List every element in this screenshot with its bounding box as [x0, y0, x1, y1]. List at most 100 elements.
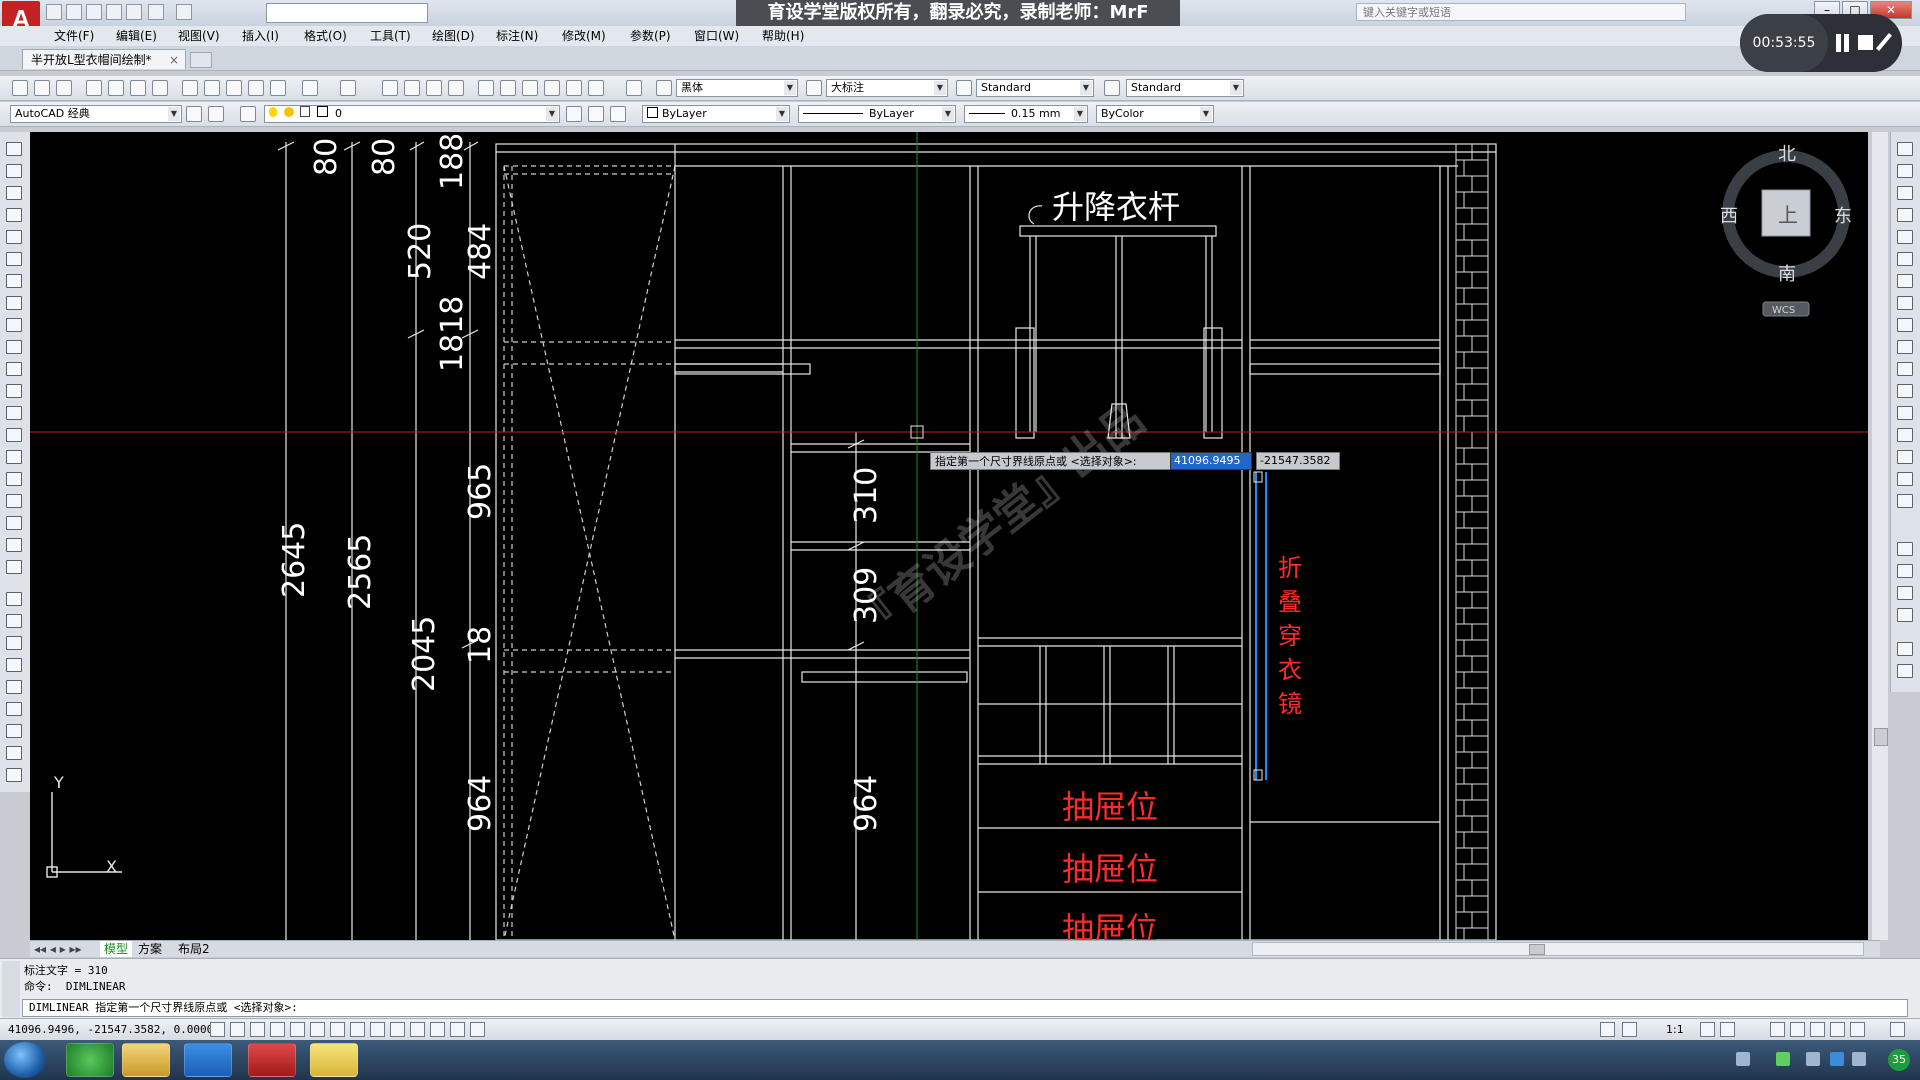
- menu-help[interactable]: 帮助(H): [762, 26, 804, 46]
- compass-north[interactable]: 北: [1778, 144, 1796, 165]
- layer-combo[interactable]: 0 ▼: [264, 105, 560, 123]
- layer-previous-icon[interactable]: [588, 106, 604, 122]
- browser-taskbar-icon[interactable]: [66, 1043, 114, 1077]
- open-icon[interactable]: [66, 4, 82, 20]
- redo-icon[interactable]: [176, 4, 192, 20]
- save-icon[interactable]: [86, 4, 102, 20]
- rotate-right-icon[interactable]: [1897, 274, 1913, 288]
- print-icon[interactable]: [126, 4, 142, 20]
- open-file-icon[interactable]: [34, 80, 50, 96]
- mleader-style-icon[interactable]: [1104, 80, 1120, 96]
- workspace-switching-icon[interactable]: [1770, 1022, 1785, 1037]
- offset-right-icon[interactable]: [1897, 208, 1913, 222]
- otrack-icon[interactable]: [350, 1022, 365, 1037]
- menu-modify[interactable]: 修改(M): [562, 26, 606, 46]
- toolbar-lock-icon[interactable]: [1790, 1022, 1805, 1037]
- help-icon[interactable]: [626, 80, 642, 96]
- tab-close-icon[interactable]: ×: [169, 50, 179, 70]
- dynamic-input-x[interactable]: 41096.9495: [1170, 452, 1252, 470]
- cut-icon[interactable]: [182, 80, 198, 96]
- hatch-icon[interactable]: [6, 450, 22, 464]
- copy-object-icon[interactable]: [6, 614, 22, 628]
- grid-display-icon[interactable]: [250, 1022, 265, 1037]
- insert-block-icon[interactable]: [6, 384, 22, 398]
- color-combo[interactable]: ByLayer ▼: [642, 105, 790, 123]
- pause-icon[interactable]: [1836, 34, 1841, 52]
- compass-west[interactable]: 西: [1720, 206, 1738, 227]
- keyboard-icon[interactable]: [1736, 1052, 1750, 1066]
- menu-dimension[interactable]: 标注(N): [496, 26, 538, 46]
- bring-front-icon[interactable]: [1897, 564, 1913, 578]
- array-icon[interactable]: [6, 680, 22, 694]
- 3d-osnap-icon[interactable]: [330, 1022, 345, 1037]
- table-style-icon[interactable]: [956, 80, 972, 96]
- annotation-scale[interactable]: 1:1: [1666, 1022, 1684, 1038]
- quick-view-layouts-icon[interactable]: [1622, 1022, 1637, 1037]
- new-icon[interactable]: [46, 4, 62, 20]
- extend-icon[interactable]: [1897, 362, 1913, 376]
- point-icon[interactable]: [6, 428, 22, 442]
- tab-layout-2[interactable]: 布局2: [178, 941, 210, 957]
- gradient-icon[interactable]: [6, 472, 22, 486]
- save-file-icon[interactable]: [56, 80, 72, 96]
- ducs-icon[interactable]: [370, 1022, 385, 1037]
- table-icon[interactable]: [6, 516, 22, 530]
- vertical-scrollbar[interactable]: [1872, 132, 1888, 940]
- trim-icon[interactable]: [1897, 340, 1913, 354]
- quick-calc-icon[interactable]: [588, 80, 604, 96]
- rectangle-icon[interactable]: [6, 230, 22, 244]
- draworder-icon[interactable]: [1897, 542, 1913, 556]
- polygon-icon[interactable]: [6, 208, 22, 222]
- text-front-icon[interactable]: [1897, 608, 1913, 622]
- document-tab[interactable]: 半开放L型衣帽间绘制* ×: [22, 49, 186, 69]
- mirror-icon[interactable]: [6, 636, 22, 650]
- menu-parametric[interactable]: 参数(P): [630, 26, 671, 46]
- quick-properties-icon[interactable]: [450, 1022, 465, 1037]
- ellipse-arc-icon[interactable]: [6, 362, 22, 376]
- sheet-set-icon[interactable]: [544, 80, 560, 96]
- 3d-dwf-icon[interactable]: [152, 80, 168, 96]
- screen-capture-icon[interactable]: [1830, 1052, 1844, 1066]
- offset-icon[interactable]: [6, 658, 22, 672]
- qnew-icon[interactable]: [12, 80, 28, 96]
- dim-style-combo[interactable]: 大标注 ▼: [826, 79, 948, 97]
- dim-style-icon[interactable]: [806, 80, 822, 96]
- scale-right-icon[interactable]: [1897, 296, 1913, 310]
- chamfer-icon[interactable]: [1897, 428, 1913, 442]
- quick-access-combo[interactable]: [266, 3, 428, 23]
- spline-icon[interactable]: [6, 318, 22, 332]
- move-right-icon[interactable]: [1897, 252, 1913, 266]
- rotate-icon[interactable]: [6, 724, 22, 738]
- blend-icon[interactable]: [1897, 472, 1913, 486]
- block-editor-icon[interactable]: [270, 80, 286, 96]
- drawing-canvas[interactable]: 80 80 1880 520 484 1818 965 2645 2565 20…: [30, 132, 1868, 940]
- autocad-taskbar-icon[interactable]: [248, 1043, 296, 1077]
- command-window-handle[interactable]: [2, 961, 20, 1017]
- break-icon[interactable]: [1897, 384, 1913, 398]
- explode-icon[interactable]: [1897, 494, 1913, 508]
- search-input[interactable]: 键入关键字或短语: [1356, 3, 1686, 21]
- stretch-icon[interactable]: [6, 768, 22, 782]
- menu-draw[interactable]: 绘图(D): [432, 26, 475, 46]
- redo-toolbar-icon[interactable]: [340, 80, 356, 96]
- zoom-window-icon[interactable]: [426, 80, 442, 96]
- object-snap-icon[interactable]: [310, 1022, 325, 1037]
- menu-edit[interactable]: 编辑(E): [116, 26, 157, 46]
- coordinate-readout[interactable]: 41096.9496, -21547.3582, 0.0000: [8, 1021, 213, 1039]
- layer-states-icon[interactable]: [240, 106, 256, 122]
- text-style-icon[interactable]: [656, 80, 672, 96]
- workspace-settings-icon[interactable]: [186, 106, 202, 122]
- snap-mode-icon[interactable]: [230, 1022, 245, 1037]
- revcloud-icon[interactable]: [6, 296, 22, 310]
- menu-view[interactable]: 视图(V): [178, 26, 220, 46]
- volume-icon[interactable]: [1852, 1052, 1866, 1066]
- fillet-icon[interactable]: [1897, 450, 1913, 464]
- plotstyle-combo[interactable]: ByColor ▼: [1096, 105, 1214, 123]
- move-icon[interactable]: [6, 702, 22, 716]
- tab-model[interactable]: 模型: [100, 941, 133, 957]
- line-icon[interactable]: [6, 142, 22, 156]
- layer-manager-icon[interactable]: [208, 106, 224, 122]
- undo-icon[interactable]: [148, 4, 164, 20]
- lineweight-toggle-icon[interactable]: [410, 1022, 425, 1037]
- make-block-icon[interactable]: [6, 406, 22, 420]
